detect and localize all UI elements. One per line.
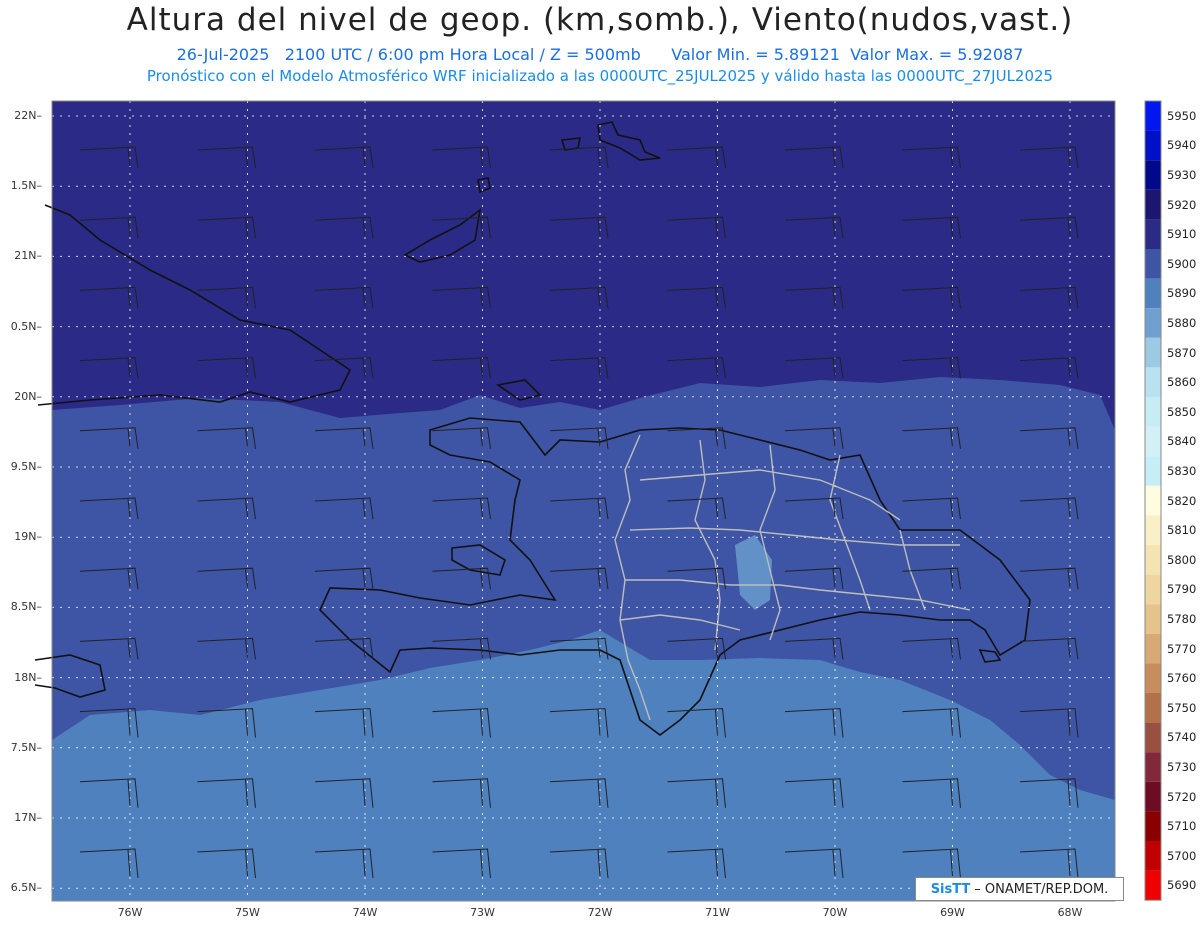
colorbar-swatch bbox=[1145, 249, 1161, 279]
colorbar-swatch bbox=[1145, 811, 1161, 841]
lon-label: 75W bbox=[235, 906, 260, 919]
colorbar-label: 5780 bbox=[1167, 612, 1197, 626]
colorbar-swatch bbox=[1145, 337, 1161, 368]
colorbar-label: 5740 bbox=[1167, 730, 1197, 745]
colorbar-swatch bbox=[1145, 219, 1161, 249]
colorbar-label: 5730 bbox=[1167, 760, 1197, 774]
colorbar-swatch bbox=[1145, 160, 1161, 190]
colorbar-label: 5890 bbox=[1167, 286, 1197, 301]
colorbar-label: 5870 bbox=[1167, 345, 1197, 360]
colorbar-label: 5860 bbox=[1167, 375, 1197, 390]
lon-label: 76W bbox=[117, 906, 143, 919]
colorbar-swatch bbox=[1145, 752, 1161, 782]
lat-label: 9.5N– bbox=[10, 460, 42, 473]
colorbar-swatch bbox=[1145, 456, 1161, 486]
colorbar-label: 5940 bbox=[1167, 138, 1197, 153]
colorbar-label: 5930 bbox=[1167, 168, 1197, 182]
colorbar-swatch bbox=[1145, 397, 1161, 427]
colorbar-swatch bbox=[1145, 101, 1161, 131]
colorbar-label: 5770 bbox=[1167, 641, 1197, 656]
colorbar-swatch bbox=[1145, 574, 1161, 605]
lat-label: 7.5N– bbox=[10, 740, 42, 754]
lat-label: 18N– bbox=[14, 670, 42, 684]
colorbar-label: 5900 bbox=[1167, 256, 1197, 271]
colorbar-label: 5880 bbox=[1167, 316, 1197, 330]
colorbar-swatch bbox=[1145, 426, 1161, 457]
colorbar-swatch bbox=[1145, 693, 1161, 723]
colorbar-label: 5760 bbox=[1167, 671, 1197, 686]
lat-label: 8.5N– bbox=[10, 600, 42, 614]
colorbar-swatch bbox=[1145, 604, 1161, 634]
credit-box: SisTT – ONAMET/REP.DOM. bbox=[915, 877, 1124, 901]
colorbar-swatch bbox=[1145, 367, 1161, 397]
lat-label: 19N– bbox=[14, 530, 42, 544]
lon-label: 69W bbox=[940, 906, 965, 919]
sistt-logo: SisTT bbox=[930, 881, 971, 897]
colorbar-swatch bbox=[1145, 515, 1161, 545]
colorbar-label: 5750 bbox=[1167, 700, 1197, 715]
colorbar-label: 5850 bbox=[1167, 404, 1197, 419]
colorbar-swatch bbox=[1145, 308, 1161, 338]
lat-label: 20N– bbox=[14, 389, 42, 403]
colorbar-label: 5840 bbox=[1167, 434, 1197, 449]
lat-label: 6.5N– bbox=[10, 881, 42, 895]
colorbar-label: 5820 bbox=[1167, 493, 1197, 508]
lat-label: 0.5N– bbox=[10, 319, 42, 333]
lat-label: 22N– bbox=[14, 109, 42, 122]
lon-label: 71W bbox=[705, 906, 730, 919]
lon-label: 70W bbox=[822, 906, 848, 919]
colorbar-swatch bbox=[1145, 130, 1161, 161]
colorbar-swatch bbox=[1145, 781, 1161, 812]
colorbar-swatch bbox=[1145, 278, 1161, 309]
lat-label: 17N– bbox=[14, 811, 42, 824]
colorbar-swatch bbox=[1145, 545, 1161, 575]
colorbar-label: 5800 bbox=[1167, 552, 1197, 567]
colorbar-label: 5700 bbox=[1167, 848, 1197, 863]
colorbar-label: 5920 bbox=[1167, 197, 1197, 212]
colorbar-swatch bbox=[1145, 485, 1161, 516]
map-canvas bbox=[34, 100, 1162, 902]
colorbar bbox=[1144, 100, 1162, 901]
colorbar-swatch bbox=[1145, 189, 1161, 220]
colorbar-label: 5710 bbox=[1167, 819, 1197, 834]
credit-text: – ONAMET/REP.DOM. bbox=[974, 881, 1109, 897]
colorbar-swatch bbox=[1145, 841, 1161, 871]
lon-label: 74W bbox=[352, 906, 378, 919]
colorbar-label: 5910 bbox=[1167, 227, 1197, 242]
colorbar-label: 5810 bbox=[1167, 523, 1197, 538]
lat-label: 21N– bbox=[14, 249, 42, 263]
colorbar-label: 5690 bbox=[1167, 878, 1197, 893]
colorbar-label: 5790 bbox=[1167, 582, 1197, 597]
lon-label: 72W bbox=[587, 906, 613, 919]
lon-label: 68W bbox=[1057, 906, 1083, 919]
colorbar-swatch bbox=[1145, 870, 1161, 901]
colorbar-label: 5830 bbox=[1167, 464, 1197, 478]
colorbar-swatch bbox=[1145, 633, 1161, 664]
lat-label: 1.5N– bbox=[10, 179, 42, 193]
colorbar-label: 5950 bbox=[1167, 108, 1197, 123]
colorbar-swatch bbox=[1145, 722, 1161, 753]
colorbar-label: 5720 bbox=[1167, 789, 1197, 804]
lon-label: 73W bbox=[470, 906, 495, 919]
colorbar-swatch bbox=[1145, 663, 1161, 693]
